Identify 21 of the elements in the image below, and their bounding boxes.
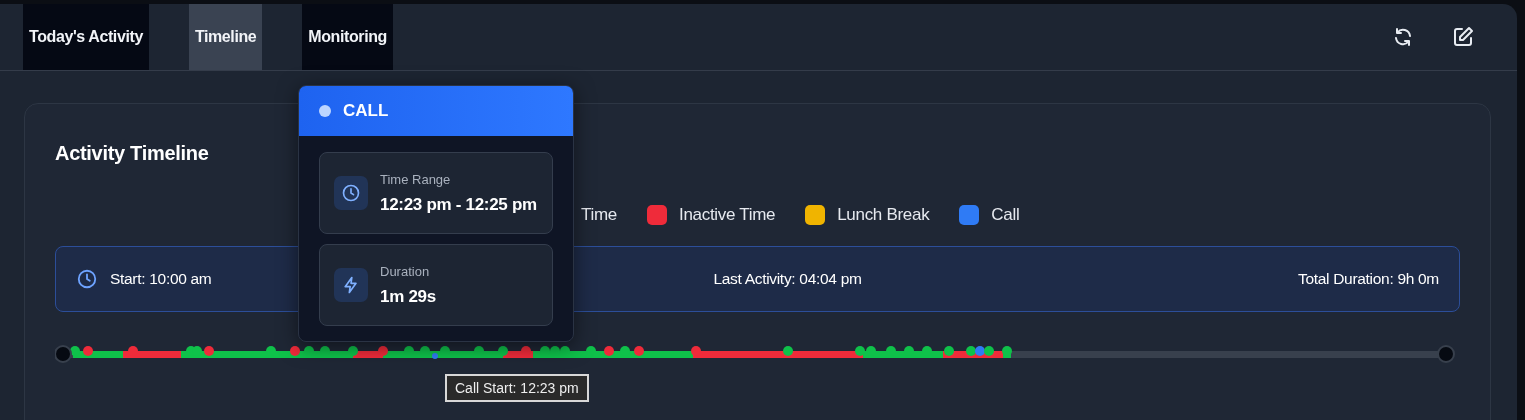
tab[interactable]: Monitoring bbox=[302, 4, 393, 70]
info-label: Duration bbox=[380, 263, 431, 279]
legend-label: Inactive Time bbox=[678, 205, 776, 225]
hover-tooltip: Call Start: 12:23 pm bbox=[445, 374, 589, 402]
total-duration: Total Duration: 9h 0m bbox=[1297, 270, 1439, 288]
tab[interactable]: Today's Activity bbox=[23, 4, 149, 70]
legend-label: Lunch Break bbox=[837, 205, 930, 225]
info-value: 12:23 pm - 12:25 pm bbox=[380, 194, 537, 215]
popover-title: CALL bbox=[343, 101, 389, 121]
info-value: 1m 29s bbox=[380, 286, 436, 307]
tab[interactable]: Timeline bbox=[188, 4, 263, 70]
legend-label: Time bbox=[581, 205, 617, 225]
info-label: Time Range bbox=[380, 171, 452, 187]
legend-label: Call bbox=[991, 205, 1020, 225]
last-activity: Last Activity: 04:04 pm bbox=[713, 270, 862, 288]
start-time: Start: 10:00 am bbox=[110, 270, 212, 288]
clock-icon bbox=[76, 268, 98, 290]
card-title: Activity Timeline bbox=[55, 142, 210, 165]
clock-icon bbox=[341, 183, 361, 203]
status-dot-icon bbox=[319, 105, 331, 117]
edit-icon bbox=[1451, 25, 1475, 49]
